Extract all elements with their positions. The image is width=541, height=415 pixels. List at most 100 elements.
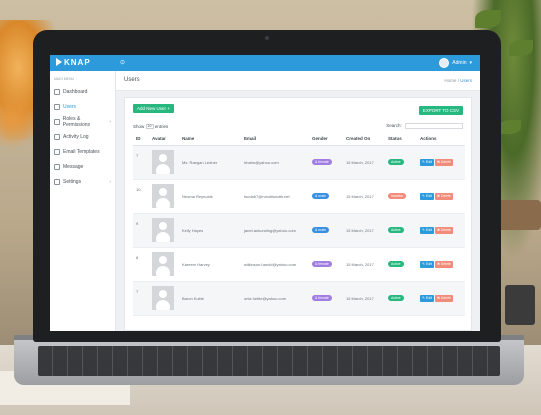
cell-created: 15 March, 2017 xyxy=(343,213,385,248)
leaf xyxy=(475,10,501,28)
cell-actions: ✎ Edit ✖ Delete xyxy=(417,179,465,214)
table-row: 9 Kelly Hayes janet.ankunding@yahoo.com … xyxy=(133,213,465,248)
cell-avatar xyxy=(149,281,179,316)
delete-button[interactable]: ✖ Delete xyxy=(434,192,453,200)
edit-button[interactable]: ✎ Edit xyxy=(420,260,434,268)
delete-button[interactable]: ✖ Delete xyxy=(434,226,453,234)
sidebar-title: MAIN MENU xyxy=(54,77,75,81)
cell-id: 9 xyxy=(133,213,149,248)
column-header-email[interactable]: Email xyxy=(241,133,309,146)
cell-status: Inactive xyxy=(385,179,417,214)
chevron-down-icon: ▾ xyxy=(469,60,472,66)
collapse-icon[interactable]: ⊙ xyxy=(120,59,125,66)
edit-button[interactable]: ✎ Edit xyxy=(420,192,434,200)
column-header-created[interactable]: Created On xyxy=(343,133,385,146)
cell-id: 8 xyxy=(133,247,149,282)
leaf xyxy=(509,40,533,56)
cell-email: fsuda67@runolfsdottir.net xyxy=(241,179,309,214)
cell-avatar xyxy=(149,247,179,282)
user-menu[interactable]: Admin ▾ xyxy=(439,58,472,68)
breadcrumb-home[interactable]: Home xyxy=(444,78,456,83)
cell-created: 15 March, 2017 xyxy=(343,247,385,282)
cell-name: Baron Kuble xyxy=(179,281,241,316)
page-title: Users xyxy=(124,77,140,83)
status-badge: Active xyxy=(388,227,404,233)
cell-gender: & male xyxy=(309,213,343,248)
camera xyxy=(265,36,269,40)
sidebar-item-message[interactable]: Message xyxy=(50,159,115,174)
chat-icon xyxy=(54,163,60,170)
entries-select[interactable]: 10 xyxy=(145,124,154,130)
search-label: Search: xyxy=(386,123,402,129)
cell-created: 15 March, 2017 xyxy=(343,179,385,214)
sidebar-item-label: Activity Log xyxy=(63,133,89,140)
search-box: Search: xyxy=(386,123,463,129)
cell-gender: & female xyxy=(309,281,343,316)
avatar xyxy=(152,218,174,242)
delete-button[interactable]: ✖ Delete xyxy=(434,158,453,166)
keyboard xyxy=(38,346,500,376)
brand-text: KNAP xyxy=(64,58,91,67)
sidebar-item-email-templates[interactable]: Email Templates xyxy=(50,144,115,159)
cell-name: Ms. Raegan Ledner xyxy=(179,145,241,180)
clock-icon xyxy=(54,133,60,140)
search-input[interactable] xyxy=(405,123,463,129)
users-table: ID Avatar Name Email Gender Created On S… xyxy=(133,133,465,316)
sidebar-item-roles[interactable]: Roles & Permissions › xyxy=(50,114,115,129)
avatar xyxy=(152,252,174,276)
cell-avatar xyxy=(149,179,179,214)
cell-id: 7 xyxy=(133,145,149,180)
cell-status: Active xyxy=(385,145,417,180)
table-header-row: ID Avatar Name Email Gender Created On S… xyxy=(133,133,465,146)
sidebar-item-label: Dashboard xyxy=(63,88,88,95)
brand-logo[interactable]: KNAP xyxy=(56,58,91,67)
breadcrumb-current: Users xyxy=(460,78,472,83)
gender-badge: & female xyxy=(312,261,332,267)
sidebar-item-users[interactable]: Users xyxy=(50,99,115,114)
delete-button[interactable]: ✖ Delete xyxy=(434,260,453,268)
sidebar-item-settings[interactable]: Settings › xyxy=(50,174,115,189)
edit-button[interactable]: ✎ Edit xyxy=(420,226,434,234)
cell-email: ortiz.hettie@yahoo.com xyxy=(241,281,309,316)
cell-status: Active xyxy=(385,247,417,282)
edit-button[interactable]: ✎ Edit xyxy=(420,158,434,166)
gender-badge: & female xyxy=(312,159,332,165)
column-header-avatar[interactable]: Avatar xyxy=(149,133,179,146)
gender-badge: & male xyxy=(312,227,329,233)
laptop-lid: KNAP ⊙ Admin ▾ MAIN MENU Dashboard Users xyxy=(33,30,501,342)
column-header-id[interactable]: ID xyxy=(133,133,149,146)
cell-id: 10 xyxy=(133,179,149,214)
table-row: 8 Kareem Harvey wilkinson.harold@yahoo.c… xyxy=(133,247,465,282)
avatar xyxy=(439,58,450,68)
key-icon xyxy=(54,118,60,125)
sidebar-item-dashboard[interactable]: Dashboard xyxy=(50,84,115,99)
cell-email: lrhahn@yahoo.com xyxy=(241,145,309,180)
column-header-name[interactable]: Name xyxy=(179,133,241,146)
delete-button[interactable]: ✖ Delete xyxy=(434,294,453,302)
cell-created: 15 March, 2017 xyxy=(343,281,385,316)
edit-button[interactable]: ✎ Edit xyxy=(420,294,434,302)
status-badge: Inactive xyxy=(388,193,407,199)
gender-badge: & male xyxy=(312,193,329,199)
cell-actions: ✎ Edit ✖ Delete xyxy=(417,281,465,316)
mail-icon xyxy=(54,148,60,155)
add-user-button[interactable]: Add New User + xyxy=(133,104,174,113)
cell-gender: & female xyxy=(309,247,343,282)
cell-status: Active xyxy=(385,281,417,316)
breadcrumb: Home / Users xyxy=(444,78,472,83)
home-icon xyxy=(54,88,60,95)
cell-created: 15 March, 2017 xyxy=(343,145,385,180)
chevron-right-icon: › xyxy=(109,178,111,185)
sidebar-item-label: Message xyxy=(63,163,84,170)
column-header-gender[interactable]: Gender xyxy=(309,133,343,146)
cell-email: wilkinson.harold@yahoo.com xyxy=(241,247,309,282)
sidebar-item-activity-log[interactable]: Activity Log xyxy=(50,129,115,144)
status-badge: Active xyxy=(388,261,404,267)
sidebar-item-label: Email Templates xyxy=(63,148,100,155)
export-csv-button[interactable]: EXPORT TO CSV xyxy=(418,106,463,115)
cell-actions: ✎ Edit ✖ Delete xyxy=(417,145,465,180)
brand-icon xyxy=(56,58,62,66)
breadcrumb-separator: / xyxy=(457,78,459,83)
column-header-status[interactable]: Status xyxy=(385,133,417,146)
avatar xyxy=(152,184,174,208)
